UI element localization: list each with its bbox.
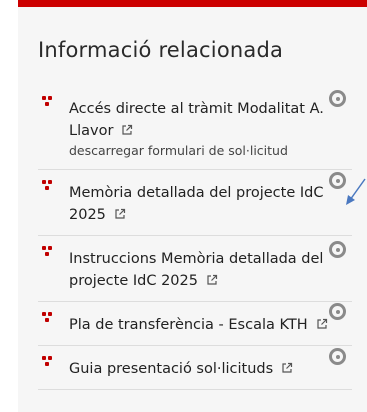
bullet-icon <box>42 356 56 370</box>
external-link-icon[interactable] <box>206 274 218 286</box>
external-link-icon[interactable] <box>121 124 133 136</box>
bullet-icon <box>42 312 56 326</box>
list-item: Instruccions Memòria detallada del proje… <box>38 236 352 302</box>
list-item: Guia presentació sol·licituds <box>38 346 352 390</box>
target-circle-icon <box>329 348 346 365</box>
list-item: Accés directe al tràmit Modalitat A. Lla… <box>38 86 352 170</box>
bullet-icon <box>42 246 56 260</box>
link-memoria-detallada[interactable]: Memòria detallada del projecte IdC 2025 <box>69 185 323 223</box>
link-pla-transferencia[interactable]: Pla de transferència - Escala KTH <box>69 317 308 333</box>
target-circle-icon <box>329 303 346 320</box>
link-acces-directe[interactable]: Accés directe al tràmit Modalitat A. Lla… <box>69 101 324 139</box>
target-circle-icon <box>329 90 346 107</box>
link-sublabel: descarregar formulari de sol·licitud <box>69 143 288 158</box>
bullet-icon <box>42 180 56 194</box>
link-guia-presentacio[interactable]: Guia presentació sol·licituds <box>69 361 273 377</box>
related-links-list: Accés directe al tràmit Modalitat A. Lla… <box>38 86 352 390</box>
panel-title: Informació relacionada <box>38 38 284 62</box>
external-link-icon[interactable] <box>114 208 126 220</box>
list-item: Pla de transferència - Escala KTH <box>38 302 352 346</box>
external-link-icon[interactable] <box>281 362 293 374</box>
external-link-icon[interactable] <box>316 318 328 330</box>
target-circle-icon <box>329 241 346 258</box>
bullet-icon <box>42 96 56 110</box>
list-item: Memòria detallada del projecte IdC 2025 <box>38 170 352 236</box>
target-circle-icon <box>329 172 346 189</box>
arrow-pointer-icon <box>346 178 366 205</box>
accent-top-bar <box>18 0 367 7</box>
link-instruccions-memoria[interactable]: Instruccions Memòria detallada del proje… <box>69 251 323 289</box>
